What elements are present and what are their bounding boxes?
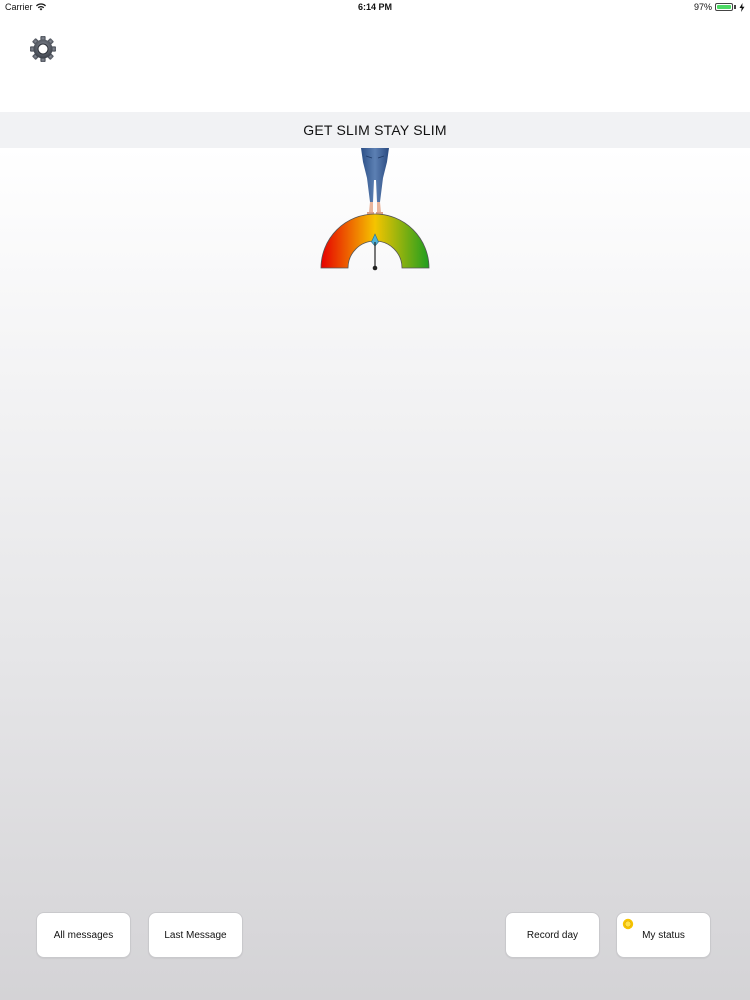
- battery-percent: 97%: [693, 2, 712, 12]
- record-day-button[interactable]: Record day: [505, 912, 600, 958]
- page-title: GET SLIM STAY SLIM: [303, 122, 447, 138]
- battery-tip: [734, 5, 736, 9]
- weight-gauge: [320, 213, 430, 271]
- page-title-bar: GET SLIM STAY SLIM: [0, 112, 750, 148]
- all-messages-label: All messages: [53, 929, 114, 941]
- my-status-button[interactable]: My status: [616, 912, 711, 958]
- status-bar: Carrier 6:14 PM 97%: [0, 0, 750, 16]
- charging-icon: [739, 2, 745, 12]
- record-day-label: Record day: [526, 929, 579, 941]
- status-time: 6:14 PM: [357, 2, 392, 12]
- status-right: 97%: [694, 2, 745, 12]
- sun-icon: [622, 918, 634, 930]
- all-messages-button[interactable]: All messages: [36, 912, 131, 958]
- my-status-label: My status: [642, 929, 685, 941]
- settings-button[interactable]: [28, 34, 58, 64]
- battery-icon: [715, 3, 733, 11]
- battery-fill: [717, 5, 731, 9]
- gear-icon: [30, 36, 56, 62]
- jeans-figure-image: [361, 148, 389, 215]
- last-message-label: Last Message: [164, 929, 227, 941]
- last-message-button[interactable]: Last Message: [148, 912, 243, 958]
